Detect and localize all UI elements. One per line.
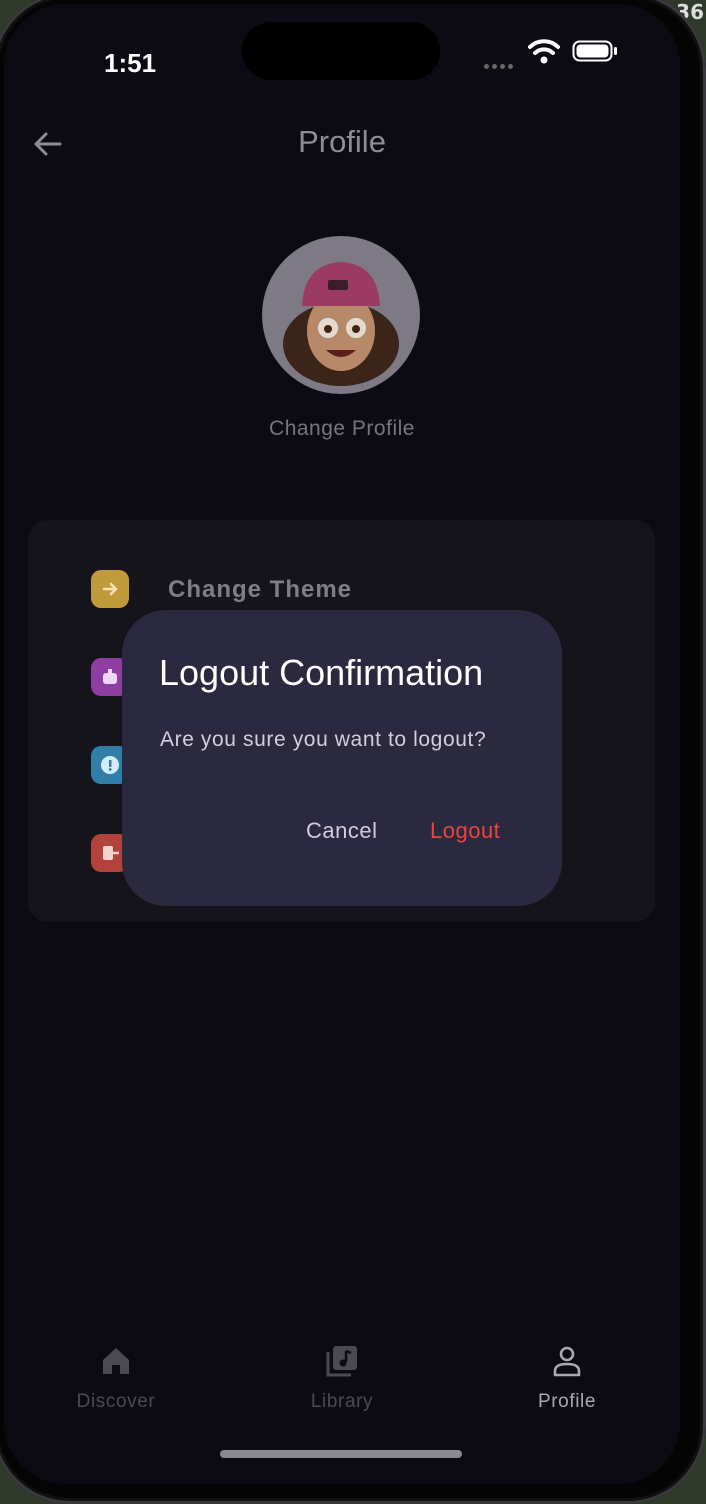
dialog-title: Logout Confirmation	[159, 652, 484, 693]
phone-frame: 1:51 Profile Change Profile Change Theme…	[0, 0, 706, 1504]
signal-icon	[484, 56, 518, 69]
memoji-avatar-image	[283, 262, 399, 386]
dynamic-island	[242, 22, 440, 80]
dialog-message: Are you sure you want to logout?	[160, 728, 487, 751]
page-title: Profile	[298, 124, 386, 159]
battery-icon	[572, 40, 617, 62]
avatar[interactable]	[262, 236, 420, 394]
option-change-theme[interactable]: Change Theme	[168, 576, 352, 604]
arrow-icon[interactable]	[91, 570, 129, 608]
change-profile-label[interactable]: Change Profile	[4, 417, 680, 441]
wifi-icon	[528, 39, 560, 64]
nav-profile[interactable]: Profile	[497, 1344, 637, 1413]
logout-dialog: Logout Confirmation Are you sure you wan…	[122, 610, 562, 906]
person-icon	[553, 1346, 581, 1377]
nav-label-profile: Profile	[537, 1391, 597, 1412]
status-time: 1:51	[104, 48, 157, 78]
nav-label-discover: Discover	[76, 1391, 156, 1412]
nav-label-library: Library	[310, 1391, 374, 1412]
home-icon	[103, 1348, 129, 1374]
home-indicator[interactable]	[220, 1450, 462, 1458]
logout-button[interactable]: Logout	[430, 818, 500, 844]
nav-discover[interactable]: Discover	[46, 1344, 186, 1413]
cancel-button[interactable]: Cancel	[306, 818, 377, 844]
screen: 1:51 Profile Change Profile Change Theme…	[4, 4, 680, 1484]
nav-library[interactable]: Library	[272, 1344, 412, 1413]
library-icon	[326, 1346, 357, 1377]
